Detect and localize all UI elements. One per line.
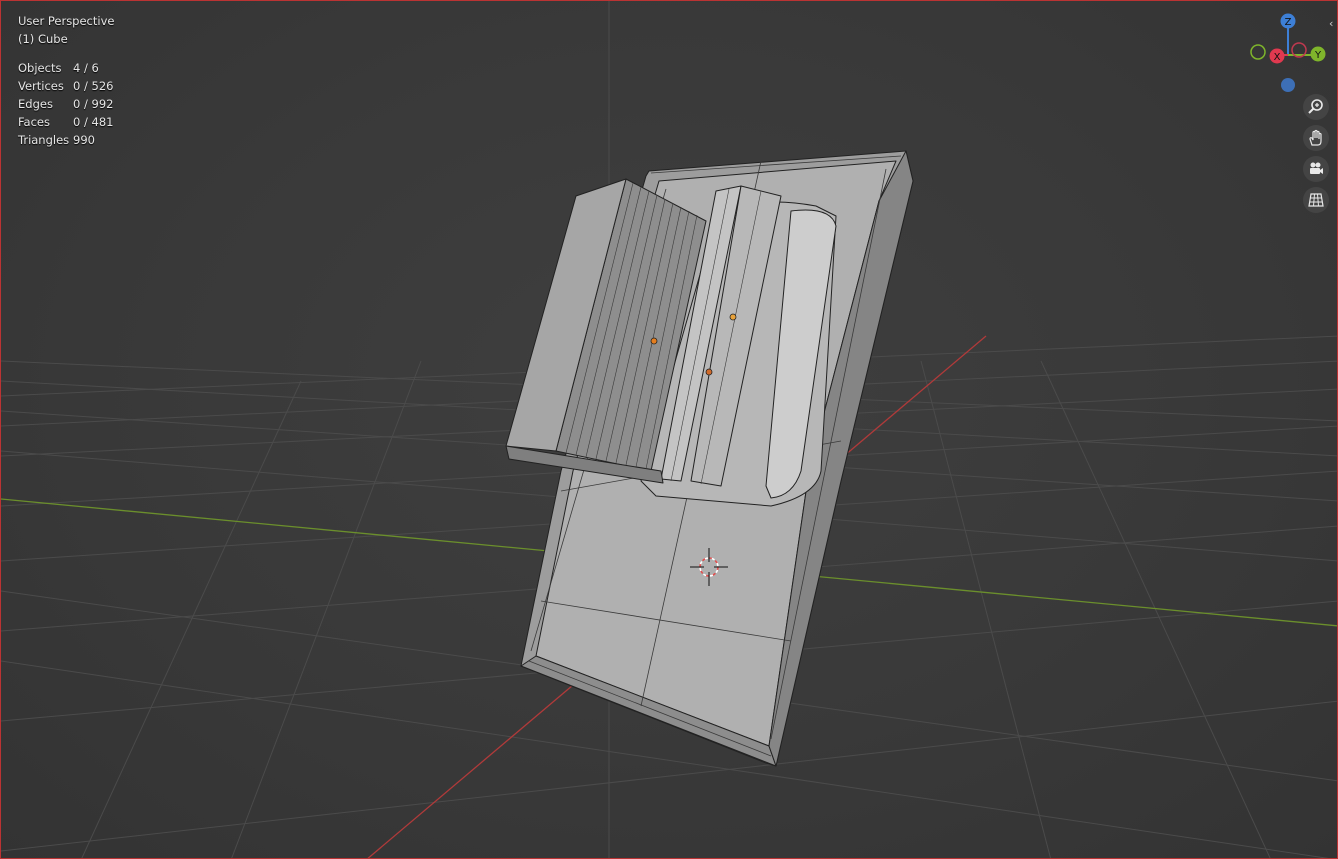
hand-pan-icon [1309,129,1322,146]
grid-ortho-icon [1308,193,1324,207]
sidebar-toggle-icon[interactable]: ‹ [1329,17,1333,30]
object-origin-dot [705,368,713,376]
object-origin-dot [729,313,737,321]
stat-value: 0 / 992 [73,97,114,111]
stat-value: 990 [73,133,95,147]
scene-canvas[interactable] [1,1,1338,859]
gizmo-x-label: X [1274,52,1281,63]
stat-value: 0 / 481 [73,115,114,129]
stat-value: 0 / 526 [73,79,114,93]
ortho-toggle-button[interactable] [1303,187,1329,213]
stat-vertices: Vertices 0 / 526 [18,77,114,95]
camera-icon [1310,162,1323,174]
gizmo-y-label: Y [1314,50,1322,61]
stat-objects: Objects 4 / 6 [18,59,114,77]
gizmo-z-axis[interactable]: Z [1280,13,1296,29]
view-name: User Perspective [18,14,115,28]
navigation-gizmo[interactable]: Z X Y [1241,9,1331,99]
stat-faces: Faces 0 / 481 [18,113,114,131]
stat-edges: Edges 0 / 992 [18,95,114,113]
zoom-button[interactable] [1303,94,1329,120]
object-origin-dot [650,337,658,345]
active-object-name: (1) Cube [18,32,68,46]
stat-value: 4 / 6 [73,61,99,75]
pan-button[interactable] [1303,125,1329,151]
gizmo-y-axis[interactable]: Y [1310,46,1326,62]
gizmo-neg-z[interactable] [1281,78,1295,92]
viewport-info-overlay: User Perspective (1) Cube Objects 4 / 6 V… [18,12,114,149]
handle-mesh [505,178,837,507]
3d-viewport[interactable]: User Perspective (1) Cube Objects 4 / 6 V… [0,0,1338,859]
stat-label: Triangles [18,133,70,147]
stat-triangles: Triangles 990 [18,131,114,149]
stat-label: Objects [18,61,62,75]
stat-label: Faces [18,115,50,129]
stat-label: Vertices [18,79,64,93]
gizmo-z-label: Z [1285,17,1292,28]
gizmo-x-axis[interactable]: X [1269,48,1285,64]
stat-label: Edges [18,97,53,111]
camera-view-button[interactable] [1303,156,1329,182]
gizmo-neg-y[interactable] [1250,44,1266,60]
zoom-icon [1308,99,1323,114]
